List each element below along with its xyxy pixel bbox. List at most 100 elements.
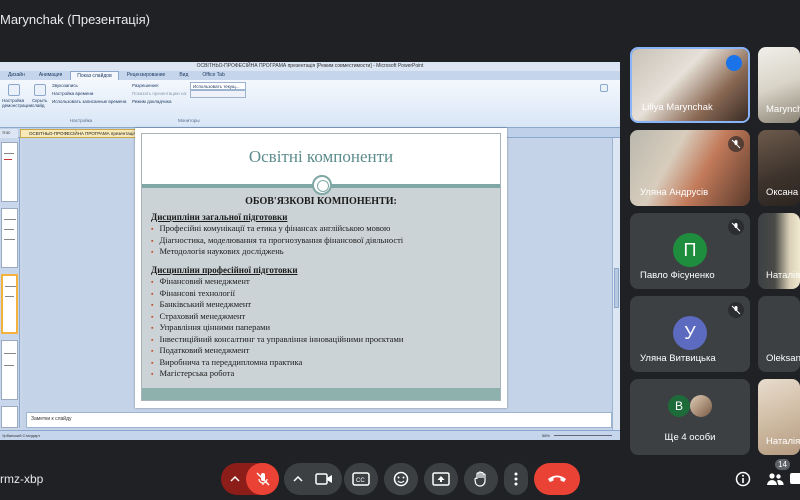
ppt-tab[interactable]: Office Tab [196,71,230,80]
zoom-level[interactable]: 58% [542,431,550,440]
participant-name: Оксана [766,187,799,198]
scrollbar-thumb[interactable] [614,268,619,308]
status-theme: Урбанский Стандарт [2,433,41,438]
bullet-list: Професійні комунікації та етика у фінанс… [151,223,403,258]
captions-button[interactable]: CC [344,463,378,495]
participant-tile[interactable]: Marynchak [758,47,800,123]
participant-name: Marynchak [766,104,800,115]
participant-name: Уляна Витвицька [640,353,716,364]
reactions-button[interactable] [384,463,418,495]
section-heading: Дисципліни професійної підготовки [151,265,298,275]
people-icon[interactable] [766,472,784,486]
svg-text:CC: CC [356,478,365,484]
participant-avatar: В [668,395,690,417]
participant-tile[interactable]: У Уляна Витвицька [630,296,750,372]
participant-name: Liliya Marynchak [642,102,713,113]
current-slide: Освітні компоненти ОБОВ'ЯЗКОВІ КОМПОНЕНТ… [135,128,507,408]
ppt-tab[interactable]: Рецензирование [121,71,172,80]
participant-tile[interactable]: П Павло Фісуненко [630,213,750,289]
chat-icon[interactable] [790,472,800,486]
slide-footer-band [142,388,500,400]
shared-screen: ОСВІТНЬО-ПРОФЕСІЙНА ПРОГРАМА презентація… [0,62,620,440]
participant-tile[interactable]: Наталія [758,213,800,289]
participant-avatar: П [673,233,707,267]
status-bar: Урбанский Стандарт 58% [0,430,620,440]
list-item: Банківський менеджмент [151,299,403,311]
participant-tile[interactable]: Уляна Андрусів [630,130,750,206]
chevron-up-icon[interactable] [293,475,303,483]
list-item: Фінансові технології [151,288,403,300]
mic-control[interactable] [221,463,279,495]
info-icon[interactable] [735,471,751,487]
resolution-value: Использовать текущ... [193,84,240,89]
leave-call-button[interactable] [534,463,580,495]
presentation-title: Marynchak (Презентація) [0,12,151,27]
doc-tab-prev[interactable]: тгос [0,129,18,138]
setup-show-icon[interactable] [8,84,20,96]
list-item: Податковий менеджмент [151,345,403,357]
participant-name: Наталія [766,270,800,281]
hide-slide-label: Скрыть слайд [32,98,48,108]
slide-thumbnail[interactable] [1,406,18,428]
camera-control[interactable] [284,463,342,495]
participant-name: Павло Фісуненко [640,270,715,281]
participant-tile[interactable]: Наталія [758,379,800,455]
mic-off-button[interactable] [246,463,279,495]
ppt-tab-active[interactable]: Показ слайдов [70,71,119,80]
help-icon[interactable] [600,84,608,92]
notes-pane[interactable]: Заметки к слайду [26,412,612,428]
speaking-indicator-icon [726,55,742,71]
participant-tile[interactable]: Оксана [758,130,800,206]
participant-tile[interactable]: Oleksandr [758,296,800,372]
meet-window: Marynchak (Презентація) ОСВІТНЬО-ПРОФЕСІ… [0,0,800,500]
mic-off-icon [728,219,744,235]
slide-thumbnail-selected[interactable] [1,274,18,334]
mic-off-icon [256,472,270,486]
section-heading: Дисципліни загальної підготовки [151,212,288,222]
slide-thumbnail[interactable] [1,340,18,400]
more-icon [514,472,518,486]
hide-slide-icon[interactable] [34,84,46,96]
presenter-view-checkbox[interactable]: Режим докладчика [132,99,171,104]
ribbon-group-setup: Настройка [70,118,93,123]
list-item: Методологія наукових досліджень [151,246,403,258]
participant-name: Наталія [766,436,800,447]
participant-avatar-photo [690,395,712,417]
more-participants-label: Ще 4 особи [664,432,716,443]
setup-show-label: Настройка демонстрации [2,98,33,108]
show-on-select[interactable] [190,90,246,98]
ppt-ribbon-tabs: Дизайн Анимация Показ слайдов Рецензиров… [0,71,620,80]
vertical-scrollbar[interactable] [612,138,620,440]
people-count-badge: 14 [775,459,790,470]
ppt-title-bar: ОСВІТНЬО-ПРОФЕСІЙНА ПРОГРАМА презентація… [0,62,620,71]
rehearse-timings[interactable]: Настройка времени [52,91,93,96]
participant-name: Oleksandr [766,353,800,364]
ppt-tab[interactable]: Вид [173,71,194,80]
list-item: Інвестиційний консалтинг та управління і… [151,334,403,346]
mic-off-icon [728,136,744,152]
slide-thumbnail[interactable] [1,142,18,202]
mic-off-icon [728,302,744,318]
participant-tile-more[interactable]: В Ще 4 особи [630,379,750,455]
zoom-slider[interactable] [554,435,612,436]
raise-hand-button[interactable] [464,463,498,495]
emoji-icon [393,471,409,487]
list-item: Виробнича та переддипломна практика [151,357,403,369]
chevron-up-icon[interactable] [230,475,240,483]
ppt-tab[interactable]: Анимация [33,71,68,80]
record-narration[interactable]: Звукозапись [52,83,78,88]
slide-circle-ornament [312,175,332,195]
list-item: Професійні комунікації та етика у фінанс… [151,223,403,235]
end-call-icon [548,475,566,482]
bullet-list: Фінансовий менеджмент Фінансові технолог… [151,276,403,380]
slide-subtitle: ОБОВ'ЯЗКОВІ КОМПОНЕНТИ: [245,196,397,207]
use-timings-checkbox[interactable]: Использовать записанные времена [52,99,126,104]
participant-name: Уляна Андрусів [640,187,709,198]
ppt-tab[interactable]: Дизайн [2,71,31,80]
more-options-button[interactable] [504,463,528,495]
slide-thumbnail[interactable] [1,208,18,268]
participant-tile[interactable]: Liliya Marynchak [630,47,750,123]
present-button[interactable] [424,463,458,495]
camera-icon [315,473,332,485]
resolution-select[interactable]: Использовать текущ... [190,82,246,90]
